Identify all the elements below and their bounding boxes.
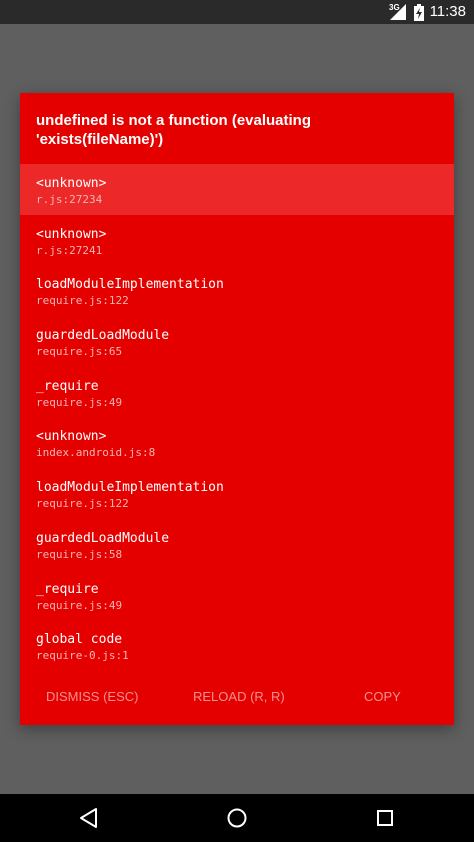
stack-frame-5[interactable]: _require require.js:49 [20, 367, 454, 418]
frame-method: loadModuleImplementation [36, 480, 224, 496]
frame-method: _require [36, 581, 99, 597]
frame-location: require.js:49 [36, 598, 123, 612]
frame-location: r.js:27234 [36, 193, 103, 206]
frame-location: require.js:65 [36, 345, 123, 359]
signal-icon [390, 4, 406, 20]
frame-method: <unknown> [36, 176, 107, 191]
stack-frame-8[interactable]: guardedLoadModule require.js:58 [20, 519, 454, 570]
frame-method: guardedLoadModule [36, 530, 170, 546]
recents-icon[interactable] [373, 806, 397, 830]
frame-location: index.android.js:8 [36, 446, 156, 460]
back-icon[interactable] [77, 806, 101, 830]
stack-frame-6[interactable]: <unknown> index.android.js:8 [20, 417, 454, 468]
stack-frame-9[interactable]: _require require.js:49 [20, 570, 454, 621]
frame-method: _require [36, 378, 99, 394]
home-icon[interactable] [225, 806, 249, 830]
dismiss-button[interactable]: DISMISS (ESC) [46, 689, 138, 704]
navigation-bar [0, 794, 474, 842]
reload-button[interactable]: RELOAD (R, R) [193, 689, 285, 704]
error-message: undefined is not a function (evaluating … [36, 112, 312, 148]
stack-frame-3[interactable]: loadModuleImplementation require.js:122 [20, 265, 454, 316]
frame-location: require.js:58 [36, 547, 123, 561]
frame-location: require-0.js:1 [36, 649, 129, 663]
dialog-actions: DISMISS (ESC) RELOAD (R, R) COPY [20, 683, 454, 713]
stack-frame-4[interactable]: guardedLoadModule require.js:65 [20, 316, 454, 367]
frame-location: require.js:122 [36, 294, 129, 308]
frame-method: <unknown> [36, 226, 107, 242]
stack-frame-10[interactable]: global code require-0.js:1 [20, 620, 454, 671]
frame-location: r.js:27241 [36, 243, 103, 257]
frame-method: global code [36, 632, 123, 648]
stack-frame-7[interactable]: loadModuleImplementation require.js:122 [20, 468, 454, 519]
frame-method: loadModuleImplementation [36, 277, 224, 293]
stack-frame-1[interactable]: <unknown> r.js:27234 [20, 164, 454, 215]
stack-frame-2[interactable]: <unknown> r.js:27241 [20, 215, 454, 266]
battery-charging-icon [414, 4, 424, 21]
frame-method: <unknown> [36, 429, 107, 445]
frame-method: guardedLoadModule [36, 328, 170, 344]
stack-trace-list: <unknown> r.js:27234 <unknown> r.js:2724… [20, 164, 454, 671]
status-bar: 3G 11:38 [0, 0, 474, 24]
clock: 11:38 [429, 3, 466, 20]
frame-location: require.js:49 [36, 395, 123, 409]
frame-location: require.js:122 [36, 497, 129, 511]
copy-button[interactable]: COPY [364, 689, 401, 704]
redbox-error-dialog: undefined is not a function (evaluating … [20, 93, 454, 725]
